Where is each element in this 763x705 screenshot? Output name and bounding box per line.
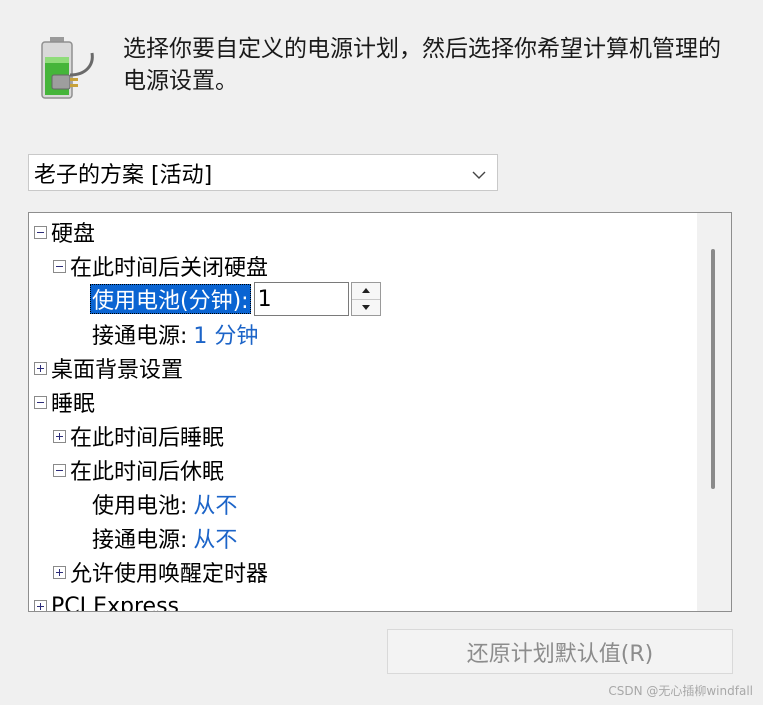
tree-item-wake-timers[interactable]: 允许使用唤醒定时器 bbox=[53, 555, 268, 589]
tree-item-label: PCI Express bbox=[51, 593, 180, 612]
collapse-icon[interactable] bbox=[34, 225, 47, 239]
setting-label: 使用电池: bbox=[92, 494, 188, 519]
tree-item-desktop-background[interactable]: 桌面背景设置 bbox=[34, 351, 183, 385]
watermark-text: CSDN @无心插柳windfall bbox=[608, 684, 753, 698]
tree-item-label: 在此时间后关闭硬盘 bbox=[70, 256, 269, 281]
setting-value-link[interactable]: 1 分钟 bbox=[193, 318, 258, 350]
tree-item-label: 硬盘 bbox=[51, 222, 96, 247]
tree-item-label: 在此时间后睡眠 bbox=[70, 426, 225, 451]
battery-power-plug-icon bbox=[36, 35, 100, 105]
tree-item-pci-express[interactable]: PCI Express bbox=[34, 589, 180, 612]
tree-item-sleep[interactable]: 睡眠 bbox=[34, 385, 95, 419]
tree-item-hib-battery[interactable]: 使用电池: 从不 bbox=[92, 487, 237, 521]
tree-item-plugged-in[interactable]: 接通电源: 1 分钟 bbox=[92, 317, 258, 351]
tree-item-hard-disk[interactable]: 硬盘 bbox=[34, 215, 95, 249]
setting-value-link[interactable]: 从不 bbox=[193, 488, 237, 520]
tree-item-hib-plugged[interactable]: 接通电源: 从不 bbox=[92, 521, 237, 555]
minutes-spinner[interactable] bbox=[350, 282, 381, 316]
setting-value-link[interactable]: 从不 bbox=[193, 522, 237, 554]
spin-down-icon[interactable] bbox=[352, 300, 380, 316]
minutes-input[interactable]: 1 bbox=[253, 282, 349, 316]
expand-icon[interactable] bbox=[53, 429, 66, 443]
collapse-icon[interactable] bbox=[53, 259, 66, 273]
expand-icon[interactable] bbox=[34, 599, 47, 611]
tree-item-label: 睡眠 bbox=[51, 392, 96, 417]
tree-item-label: 在此时间后休眠 bbox=[70, 460, 225, 485]
power-plan-dropdown[interactable]: 老子的方案 [活动] bbox=[28, 154, 498, 191]
instruction-text: 选择你要自定义的电源计划，然后选择你希望计算机管理的电源设置。 bbox=[123, 36, 721, 94]
tree-item-on-battery-edit[interactable]: 使用电池(分钟): 1 bbox=[90, 282, 381, 316]
collapse-icon[interactable] bbox=[34, 395, 47, 409]
setting-label: 接通电源: bbox=[92, 528, 188, 553]
vertical-scrollbar[interactable] bbox=[697, 213, 731, 611]
restore-defaults-button[interactable]: 还原计划默认值(R) bbox=[387, 629, 733, 674]
tree-item-label: 允许使用唤醒定时器 bbox=[70, 562, 269, 587]
power-plan-selected: 老子的方案 [活动] bbox=[34, 162, 213, 188]
collapse-icon[interactable] bbox=[53, 463, 66, 477]
scrollbar-thumb[interactable] bbox=[711, 249, 715, 489]
expand-icon[interactable] bbox=[34, 361, 47, 375]
tree-item-turn-off-disk[interactable]: 在此时间后关闭硬盘 bbox=[53, 249, 268, 283]
expand-icon[interactable] bbox=[53, 565, 66, 579]
tree-item-label: 桌面背景设置 bbox=[51, 358, 184, 383]
spin-up-icon[interactable] bbox=[351, 283, 380, 300]
selected-setting-label[interactable]: 使用电池(分钟): bbox=[90, 284, 251, 314]
chevron-down-icon bbox=[471, 164, 487, 180]
tree-item-hibernate-after[interactable]: 在此时间后休眠 bbox=[53, 453, 224, 487]
tree-item-sleep-after[interactable]: 在此时间后睡眠 bbox=[53, 419, 224, 453]
setting-label: 接通电源: bbox=[92, 324, 188, 349]
power-settings-tree[interactable]: 硬盘 在此时间后关闭硬盘 使用电池(分钟): 1 接通电源: 1 分钟 桌面背景… bbox=[28, 212, 732, 612]
